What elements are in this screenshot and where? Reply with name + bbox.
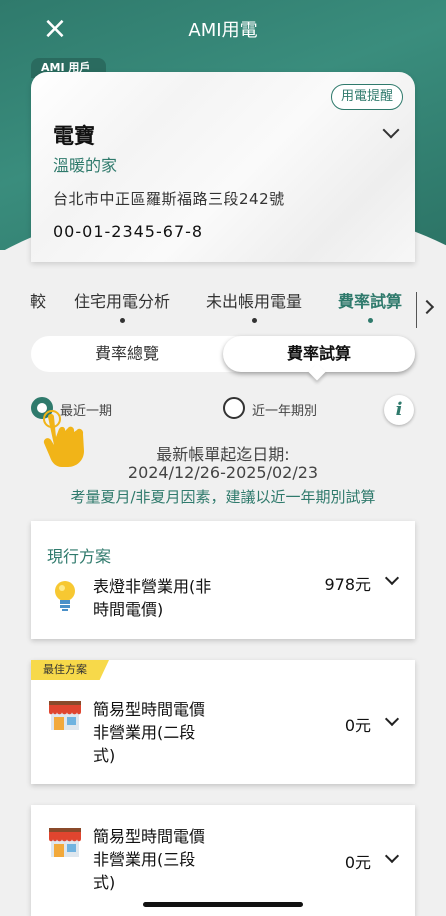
tab-dot	[120, 318, 125, 323]
best-plan-badge: 最佳方案	[31, 660, 109, 680]
usage-reminder-button[interactable]: 用電提醒	[330, 84, 403, 110]
rate-overview-option[interactable]: 費率總覽	[31, 336, 223, 372]
three-tier-plan-name: 簡易型時間電價 非營業用(三段 式)	[93, 825, 205, 894]
page-title: AMI用電	[188, 20, 258, 41]
plan-name-line: 簡易型時間電價	[93, 700, 206, 719]
info-icon[interactable]: i	[384, 395, 414, 425]
tab-label: 住宅用電分析	[74, 292, 171, 311]
tab-unbilled-usage[interactable]: 未出帳用電量	[206, 288, 303, 323]
chevron-down-icon[interactable]	[384, 711, 400, 727]
plan-name-line: 簡易型時間電價	[93, 827, 206, 846]
tab-divider	[416, 292, 417, 328]
period-range: 2024/12/26-2025/02/23	[127, 463, 319, 482]
radio-year-period[interactable]	[223, 397, 245, 419]
plan-name-line: 式)	[93, 746, 116, 765]
account-nickname: 溫暖的家	[53, 156, 118, 175]
plan-name-line: 非營業用(二段	[93, 723, 196, 742]
tab-rate-calculation[interactable]: 費率試算	[338, 288, 403, 323]
tab-dot	[368, 318, 373, 323]
chevron-down-icon[interactable]	[384, 848, 400, 864]
current-plan-price: 978元	[324, 575, 371, 594]
best-plan-price: 0元	[344, 716, 371, 735]
current-plan-label: 現行方案	[47, 547, 112, 566]
radio-year-period-label[interactable]: 近一年期別	[252, 400, 317, 419]
feature-tabs: 較 住宅用電分析 未出帳用電量 費率試算	[0, 288, 446, 332]
best-plan-card[interactable]: 最佳方案 簡易型時間電價 非營業用(二段 式) 0元	[31, 660, 415, 784]
tab-residential-analysis[interactable]: 住宅用電分析	[74, 288, 171, 323]
rate-calculation-option[interactable]: 費率試算	[223, 336, 415, 372]
tab-label: 費率試算	[338, 292, 403, 311]
tab-label: 較	[30, 292, 47, 311]
three-tier-plan-price: 0元	[344, 853, 371, 872]
rate-view-switch: 費率總覽 費率試算	[31, 336, 415, 372]
chevron-down-icon[interactable]	[384, 570, 400, 586]
account-name: 電寶	[53, 124, 95, 148]
lightbulb-icon	[55, 581, 75, 611]
plan-name-line: 時間電價)	[93, 600, 164, 619]
account-number: 00-01-2345-67-8	[53, 222, 204, 241]
period-note: 考量夏月/非夏月因素，建議以近一年期別試算	[70, 488, 376, 506]
shop-icon	[49, 701, 81, 730]
home-indicator[interactable]	[143, 902, 303, 907]
plan-name-line: 非營業用(三段	[93, 850, 196, 869]
plan-name-line: 表燈非營業用(非	[93, 577, 212, 596]
best-plan-name: 簡易型時間電價 非營業用(二段 式)	[93, 698, 205, 767]
current-plan-card[interactable]: 現行方案 表燈非營業用(非 時間電價) 978元	[31, 521, 415, 639]
current-plan-name: 表燈非營業用(非 時間電價)	[93, 575, 211, 621]
chevron-down-icon[interactable]	[382, 121, 400, 139]
shop-icon	[49, 828, 81, 857]
tab-dot	[252, 318, 257, 323]
account-address: 台北市中正區羅斯福路三段242號	[53, 190, 285, 208]
account-card[interactable]: 用電提醒 電寶 溫暖的家 台北市中正區羅斯福路三段242號 00-01-2345…	[31, 72, 415, 262]
tab-compare[interactable]: 較	[30, 288, 46, 312]
tab-label: 未出帳用電量	[206, 292, 303, 311]
three-tier-plan-card[interactable]: 簡易型時間電價 非營業用(三段 式) 0元	[31, 805, 415, 916]
period-title: 最新帳單起迄日期:	[156, 445, 290, 464]
plan-name-line: 式)	[93, 873, 116, 892]
